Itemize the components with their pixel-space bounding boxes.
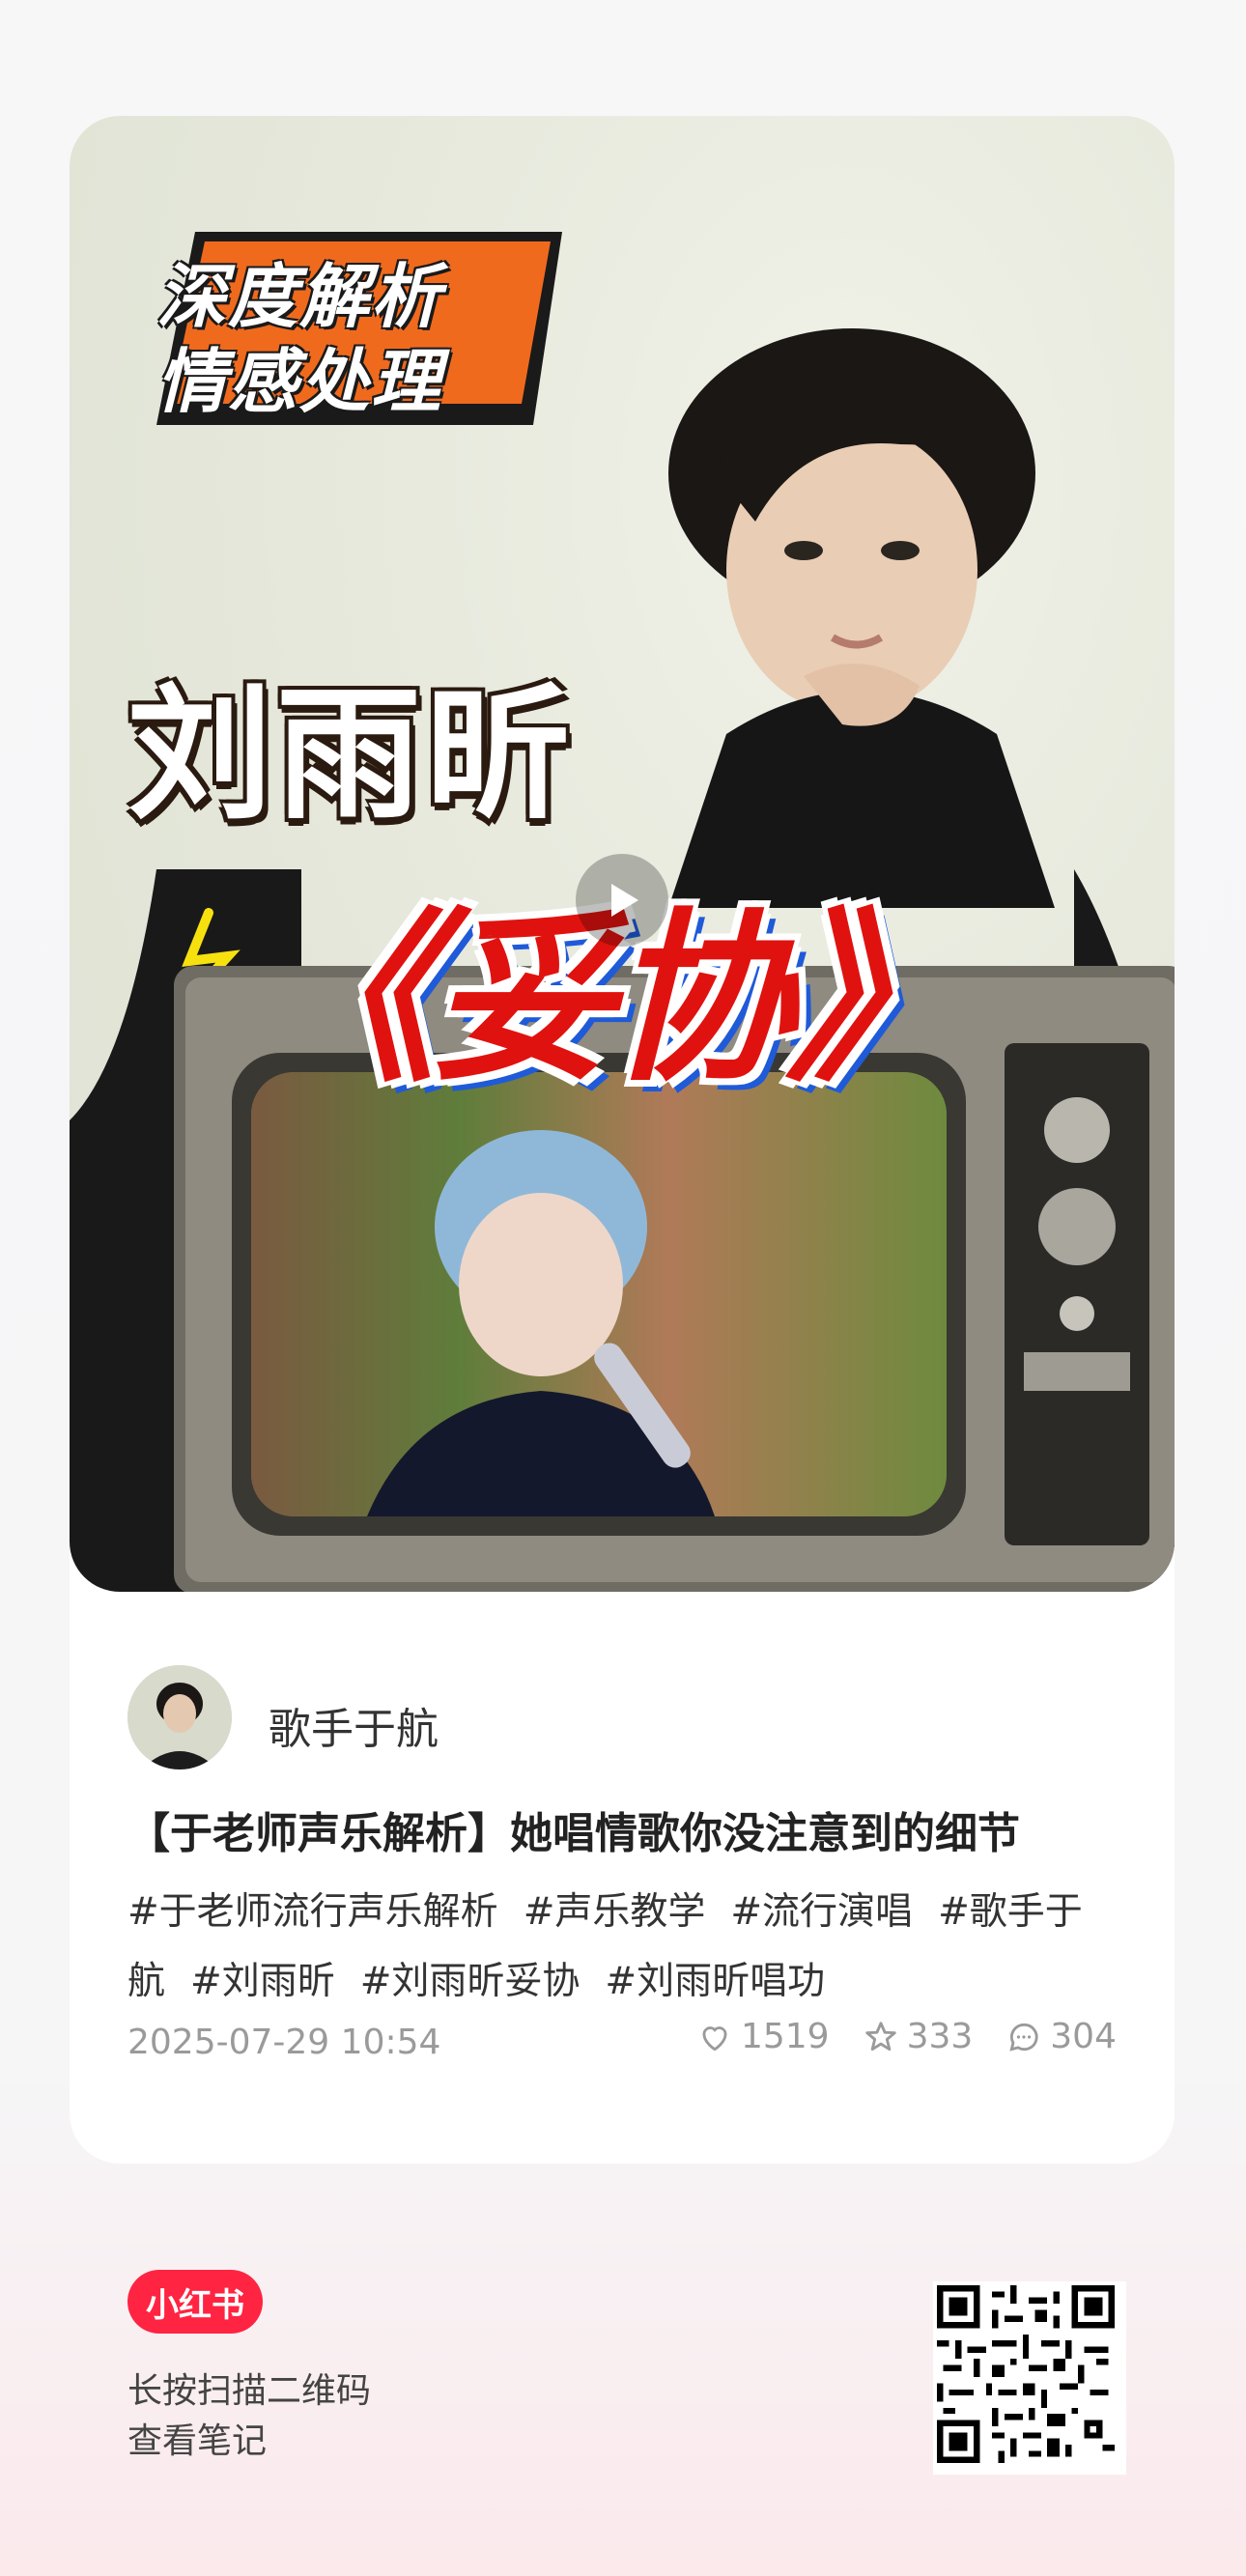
like-stat[interactable]: 1519 (696, 2017, 830, 2056)
note-tags: #于老师流行声乐解析 #声乐教学 #流行演唱 #歌手于航 #刘雨昕 #刘雨昕妥协 #刘雨昕唱… (127, 1878, 1113, 2017)
video-cover[interactable]: 深度解析 情感处理 刘雨昕 《妥协》 (70, 116, 1175, 1592)
badge-line-2: 情感处理 (156, 341, 443, 422)
qr-code-image (937, 2285, 1115, 2463)
collect-count: 333 (906, 2017, 974, 2056)
note-card[interactable]: 深度解析 情感处理 刘雨昕 《妥协》 歌手于航 【于老师声乐解析】她唱情歌你没注… (70, 116, 1175, 2164)
play-icon (611, 884, 638, 917)
comment-stat[interactable]: 304 (1005, 2017, 1117, 2056)
avatar-image (127, 1665, 232, 1769)
star-icon (864, 2021, 896, 2051)
avatar[interactable] (127, 1665, 232, 1769)
cover-badge: 深度解析 情感处理 (156, 232, 562, 425)
xiaohongshu-logo: 小红书 (127, 2270, 263, 2334)
cover-person-image (668, 328, 1055, 908)
publish-date: 2025-07-29 10:54 (127, 2023, 441, 2062)
qr-hint-line-2: 查看笔记 (127, 2421, 268, 2461)
tag-item[interactable]: #刘雨昕妥协 (360, 1960, 581, 2003)
comment-count: 304 (1050, 2017, 1117, 2056)
tag-item[interactable]: #刘雨昕唱功 (605, 1960, 825, 2003)
qr-hint-line-1: 长按扫描二维码 (127, 2371, 372, 2411)
stats-bar: 1519 333 304 (696, 2017, 1117, 2056)
author-name[interactable]: 歌手于航 (269, 1694, 439, 1756)
qr-hint: 长按扫描二维码 查看笔记 (127, 2366, 371, 2467)
play-button[interactable] (576, 854, 668, 947)
cover-singer-name: 刘雨昕 (127, 671, 575, 839)
tag-item[interactable]: #刘雨昕 (190, 1960, 335, 2003)
note-title: 【于老师声乐解析】她唱情歌你没注意到的细节 (127, 1809, 1020, 1858)
tag-item[interactable]: #流行演唱 (730, 1890, 913, 1934)
tag-item[interactable]: #于老师流行声乐解析 (127, 1890, 498, 1934)
heart-icon (702, 2025, 727, 2051)
comment-icon (1009, 2023, 1038, 2052)
qr-code[interactable] (933, 2281, 1126, 2475)
collect-stat[interactable]: 333 (863, 2017, 974, 2056)
tag-item[interactable]: #声乐教学 (524, 1890, 706, 1934)
like-count: 1519 (740, 2017, 830, 2056)
